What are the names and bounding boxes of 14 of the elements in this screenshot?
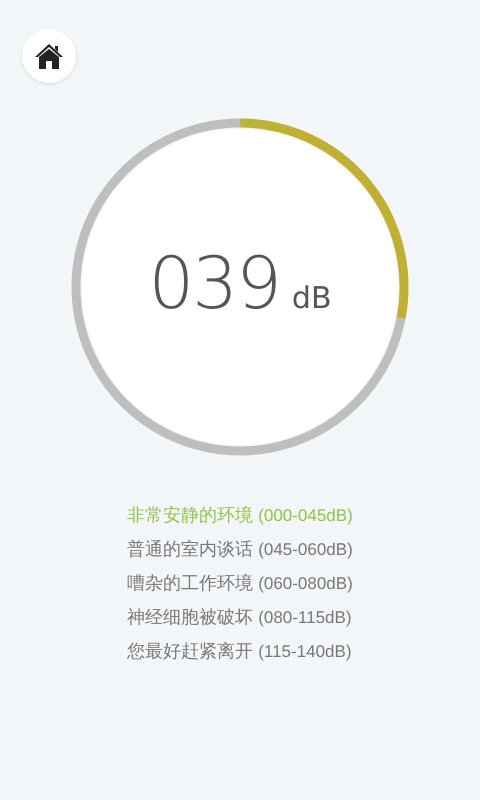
level-label: 嘈杂的工作环境 bbox=[127, 572, 254, 596]
level-range: (000-045dB) bbox=[258, 505, 353, 527]
level-range: (115-140dB) bbox=[258, 641, 352, 663]
home-icon bbox=[34, 42, 64, 70]
level-range: (080-115dB) bbox=[258, 607, 352, 629]
home-button[interactable] bbox=[22, 29, 76, 83]
level-range: (045-060dB) bbox=[258, 539, 353, 561]
level-label: 您最好赶紧离开 bbox=[127, 640, 254, 664]
level-label: 非常安静的环境 bbox=[127, 504, 254, 528]
decibel-unit: dB bbox=[292, 284, 332, 314]
level-range: (060-080dB) bbox=[258, 573, 353, 595]
decibel-reading: 039 bbox=[148, 247, 280, 319]
level-label: 神经细胞被破坏 bbox=[127, 606, 254, 630]
level-label: 普通的室内谈话 bbox=[127, 538, 254, 562]
